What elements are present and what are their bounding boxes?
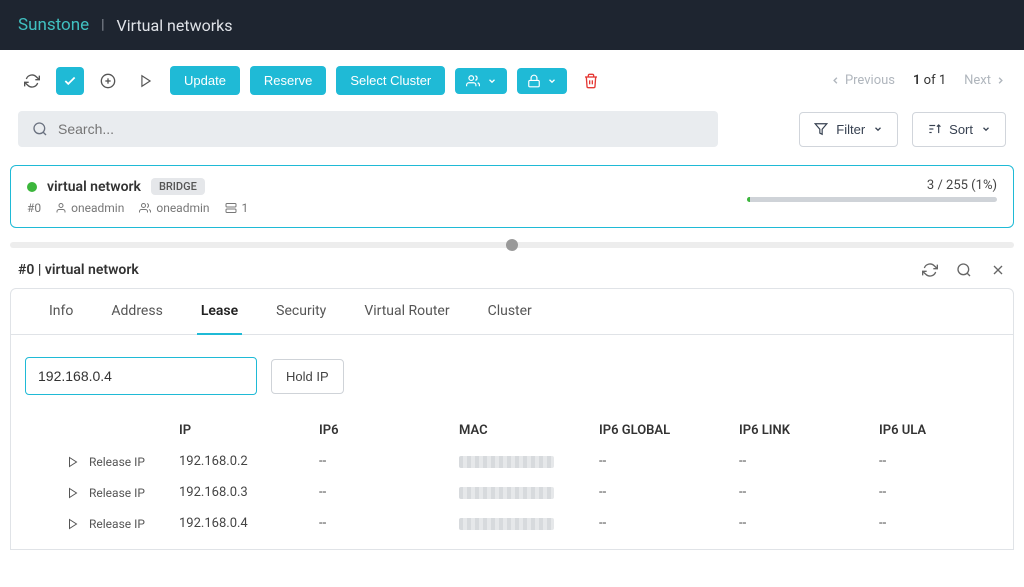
server-icon — [224, 202, 238, 214]
tab-info[interactable]: Info — [45, 289, 77, 335]
cell-ip6link: -- — [739, 516, 879, 531]
users-icon — [138, 202, 152, 214]
release-ip-link[interactable]: Release IP — [89, 517, 179, 531]
user-icon — [55, 202, 67, 214]
tab-address[interactable]: Address — [107, 289, 166, 335]
sort-label: Sort — [949, 122, 973, 137]
release-play-icon[interactable] — [57, 456, 89, 468]
table-row: Release IP192.168.0.2-------- — [25, 446, 999, 477]
vnet-owner: oneadmin — [55, 201, 124, 215]
plus-circle-icon[interactable] — [94, 67, 122, 95]
chevron-down-icon — [873, 124, 883, 134]
pager-next[interactable]: Next — [964, 73, 1006, 88]
search-icon — [32, 121, 48, 137]
cell-mac — [459, 456, 599, 468]
cell-mac — [459, 518, 599, 530]
cell-ip6ula: -- — [879, 485, 1019, 500]
filter-icon — [814, 122, 828, 136]
tab-virtual-router[interactable]: Virtual Router — [360, 289, 453, 335]
pager-previous[interactable]: Previous — [830, 73, 895, 88]
vnet-count: 1 — [224, 201, 249, 215]
release-play-icon[interactable] — [57, 487, 89, 499]
usage-text: 3 / 255 (1%) — [727, 178, 997, 193]
tab-security[interactable]: Security — [272, 289, 330, 335]
lease-panel: Hold IP IP IP6 MAC IP6 GLOBAL IP6 LINK I… — [10, 335, 1014, 550]
release-play-icon[interactable] — [57, 518, 89, 530]
cell-ip6link: -- — [739, 454, 879, 469]
hold-ip-input[interactable] — [25, 357, 257, 395]
col-ip6ula: IP6 ULA — [879, 423, 1019, 438]
trash-icon[interactable] — [577, 67, 605, 95]
col-ip6link: IP6 LINK — [739, 423, 879, 438]
col-ip6: IP6 — [319, 423, 459, 438]
cell-ip6global: -- — [599, 454, 739, 469]
pager-previous-label: Previous — [845, 73, 895, 88]
chevron-down-icon — [981, 124, 991, 134]
refresh-icon[interactable] — [18, 67, 46, 95]
split-handle[interactable] — [10, 242, 1014, 248]
app-header: Sunstone | Virtual networks — [0, 0, 1024, 50]
cell-ip6global: -- — [599, 485, 739, 500]
lock-dropdown[interactable] — [517, 68, 567, 94]
sort-button[interactable]: Sort — [912, 112, 1006, 147]
tab-lease[interactable]: Lease — [197, 289, 242, 335]
detail-title: #0 | virtual network — [18, 262, 139, 278]
search-row: Filter Sort — [0, 105, 1024, 165]
detail-refresh-icon[interactable] — [922, 262, 938, 278]
page-title: Virtual networks — [117, 16, 233, 35]
cell-ip: 192.168.0.3 — [179, 485, 319, 500]
detail-header: #0 | virtual network — [0, 256, 1024, 288]
vnet-group: oneadmin — [138, 201, 209, 215]
close-icon[interactable] — [990, 262, 1006, 278]
cell-ip6global: -- — [599, 516, 739, 531]
vnet-card[interactable]: virtual network BRIDGE #0 oneadmin onead… — [10, 165, 1014, 228]
search-box[interactable] — [18, 111, 718, 147]
lease-table: IP IP6 MAC IP6 GLOBAL IP6 LINK IP6 ULA R… — [25, 415, 999, 539]
vnet-badge: BRIDGE — [151, 178, 205, 195]
cell-mac — [459, 487, 599, 499]
usage-bar — [747, 197, 997, 202]
cell-ip6: -- — [319, 454, 459, 469]
col-ip: IP — [179, 423, 319, 438]
status-dot — [27, 182, 37, 192]
pager-next-label: Next — [964, 73, 991, 88]
hold-ip-button[interactable]: Hold IP — [271, 359, 344, 394]
release-ip-link[interactable]: Release IP — [89, 455, 179, 469]
cell-ip: 192.168.0.2 — [179, 454, 319, 469]
detail-search-icon[interactable] — [956, 262, 972, 278]
update-button[interactable]: Update — [170, 66, 240, 95]
search-input[interactable] — [58, 121, 704, 137]
table-row: Release IP192.168.0.3-------- — [25, 477, 999, 508]
toolbar: Update Reserve Select Cluster Previous 1… — [0, 50, 1024, 105]
cell-ip6ula: -- — [879, 516, 1019, 531]
reserve-button[interactable]: Reserve — [250, 66, 326, 95]
owner-dropdown[interactable] — [455, 68, 507, 94]
vnet-name: virtual network — [47, 179, 141, 195]
pager-info: 1 of 1 — [913, 73, 946, 88]
cell-ip6: -- — [319, 485, 459, 500]
filter-button[interactable]: Filter — [799, 112, 898, 147]
table-row: Release IP192.168.0.4-------- — [25, 508, 999, 539]
release-ip-link[interactable]: Release IP — [89, 486, 179, 500]
cell-ip: 192.168.0.4 — [179, 516, 319, 531]
tab-bar: Info Address Lease Security Virtual Rout… — [10, 288, 1014, 335]
header-divider: | — [101, 17, 104, 33]
cell-ip6: -- — [319, 516, 459, 531]
sort-icon — [927, 122, 941, 136]
select-all-button[interactable] — [56, 67, 84, 95]
select-cluster-button[interactable]: Select Cluster — [336, 66, 445, 95]
col-mac: MAC — [459, 423, 599, 438]
play-icon[interactable] — [132, 67, 160, 95]
tab-cluster[interactable]: Cluster — [484, 289, 536, 335]
cell-ip6ula: -- — [879, 454, 1019, 469]
cell-ip6link: -- — [739, 485, 879, 500]
vnet-id: #0 — [27, 201, 41, 215]
filter-label: Filter — [836, 122, 865, 137]
col-ip6global: IP6 GLOBAL — [599, 423, 739, 438]
brand-name: Sunstone — [18, 15, 89, 35]
